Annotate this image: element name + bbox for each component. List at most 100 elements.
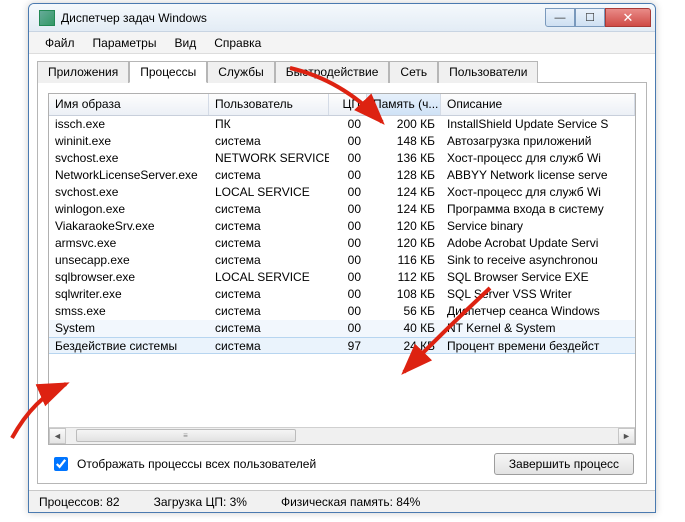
cell-img: winlogon.exe [49,201,209,217]
maximize-button[interactable]: ☐ [575,8,605,27]
horizontal-scrollbar[interactable]: ◄ ≡ ► [49,427,635,444]
show-all-users-input[interactable] [54,457,68,471]
col-image-name[interactable]: Имя образа [49,94,209,115]
cell-img: Бездействие системы [49,338,209,353]
cell-mem: 124 КБ [367,201,441,217]
cell-desc: Хост-процесс для служб Wi [441,184,635,200]
cell-user: система [209,303,329,319]
cell-user: система [209,133,329,149]
cell-img: svchost.exe [49,150,209,166]
close-button[interactable]: ✕ [605,8,651,27]
cell-img: sqlwriter.exe [49,286,209,302]
table-row[interactable]: unsecapp.exeсистема00116 КБSink to recei… [49,252,635,269]
tab-users[interactable]: Пользователи [438,61,538,83]
process-rows: issch.exeПК00200 КБInstallShield Update … [49,116,635,427]
tab-processes[interactable]: Процессы [129,61,207,83]
cell-desc: Sink to receive asynchronou [441,252,635,268]
cell-mem: 128 КБ [367,167,441,183]
cell-user: система [209,167,329,183]
col-user[interactable]: Пользователь [209,94,329,115]
cell-cpu: 00 [329,218,367,234]
minimize-button[interactable]: — [545,8,575,27]
cell-desc: Хост-процесс для служб Wi [441,150,635,166]
table-row[interactable]: wininit.exeсистема00148 КБАвтозагрузка п… [49,133,635,150]
col-memory[interactable]: Память (ч... [367,94,441,115]
col-description[interactable]: Описание [441,94,635,115]
col-cpu[interactable]: ЦП [329,94,367,115]
cell-user: система [209,235,329,251]
cell-mem: 56 КБ [367,303,441,319]
table-row[interactable]: Бездействие системысистема9724 КБПроцент… [49,337,635,354]
cell-user: ПК [209,116,329,132]
cell-desc: Service binary [441,218,635,234]
table-row[interactable]: issch.exeПК00200 КБInstallShield Update … [49,116,635,133]
tab-applications[interactable]: Приложения [37,61,129,83]
cell-user: система [209,218,329,234]
end-process-button[interactable]: Завершить процесс [494,453,634,475]
scroll-right-icon[interactable]: ► [618,428,635,444]
table-row[interactable]: smss.exeсистема0056 КБДиспетчер сеанса W… [49,303,635,320]
tab-strip: Приложения Процессы Службы Быстродействи… [29,54,655,82]
status-cpu-usage: Загрузка ЦП: 3% [154,495,247,509]
cell-img: NetworkLicenseServer.exe [49,167,209,183]
scroll-left-icon[interactable]: ◄ [49,428,66,444]
table-row[interactable]: NetworkLicenseServer.exeсистема00128 КБA… [49,167,635,184]
cell-img: svchost.exe [49,184,209,200]
status-process-count: Процессов: 82 [39,495,120,509]
cell-img: armsvc.exe [49,235,209,251]
menu-help[interactable]: Справка [206,34,269,52]
status-memory-usage: Физическая память: 84% [281,495,420,509]
cell-cpu: 00 [329,320,367,336]
cell-mem: 200 КБ [367,116,441,132]
menu-file[interactable]: Файл [37,34,83,52]
table-row[interactable]: winlogon.exeсистема00124 КБПрограмма вхо… [49,201,635,218]
cell-user: LOCAL SERVICE [209,184,329,200]
cell-cpu: 00 [329,150,367,166]
cell-desc: NT Kernel & System [441,320,635,336]
cell-mem: 136 КБ [367,150,441,166]
cell-cpu: 00 [329,184,367,200]
status-bar: Процессов: 82 Загрузка ЦП: 3% Физическая… [29,490,655,512]
cell-desc: Автозагрузка приложений [441,133,635,149]
cell-mem: 112 КБ [367,269,441,285]
cell-mem: 24 КБ [367,338,441,353]
menu-view[interactable]: Вид [166,34,204,52]
task-manager-window: Диспетчер задач Windows — ☐ ✕ Файл Парам… [28,3,656,513]
cell-desc: ABBYY Network license serve [441,167,635,183]
table-row[interactable]: armsvc.exeсистема00120 КБAdobe Acrobat U… [49,235,635,252]
cell-mem: 124 КБ [367,184,441,200]
app-icon [39,10,55,26]
panel-footer: Отображать процессы всех пользователей З… [48,445,636,477]
cell-desc: Диспетчер сеанса Windows [441,303,635,319]
cell-mem: 108 КБ [367,286,441,302]
tab-performance[interactable]: Быстродействие [275,61,390,83]
show-all-users-checkbox[interactable]: Отображать процессы всех пользователей [50,454,316,474]
window-title: Диспетчер задач Windows [61,11,545,25]
table-row[interactable]: svchost.exeNETWORK SERVICE00136 КБХост-п… [49,150,635,167]
cell-cpu: 97 [329,338,367,353]
cell-user: система [209,320,329,336]
table-row[interactable]: svchost.exeLOCAL SERVICE00124 КБХост-про… [49,184,635,201]
cell-cpu: 00 [329,269,367,285]
cell-desc: SQL Browser Service EXE [441,269,635,285]
cell-cpu: 00 [329,252,367,268]
cell-cpu: 00 [329,235,367,251]
menu-options[interactable]: Параметры [85,34,165,52]
cell-img: sqlbrowser.exe [49,269,209,285]
table-row[interactable]: sqlbrowser.exeLOCAL SERVICE00112 КБSQL B… [49,269,635,286]
tab-services[interactable]: Службы [207,61,274,83]
table-row[interactable]: Systemсистема0040 КБNT Kernel & System [49,320,635,337]
cell-user: система [209,286,329,302]
process-listview: Имя образа Пользователь ЦП Память (ч... … [48,93,636,445]
cell-cpu: 00 [329,303,367,319]
cell-cpu: 00 [329,133,367,149]
table-row[interactable]: ViakaraokeSrv.exeсистема00120 КБService … [49,218,635,235]
cell-cpu: 00 [329,201,367,217]
table-row[interactable]: sqlwriter.exeсистема00108 КБSQL Server V… [49,286,635,303]
titlebar[interactable]: Диспетчер задач Windows — ☐ ✕ [29,4,655,32]
tab-network[interactable]: Сеть [389,61,438,83]
scroll-track[interactable]: ≡ [66,428,618,444]
cell-cpu: 00 [329,116,367,132]
scroll-thumb[interactable]: ≡ [76,429,296,442]
cell-img: unsecapp.exe [49,252,209,268]
